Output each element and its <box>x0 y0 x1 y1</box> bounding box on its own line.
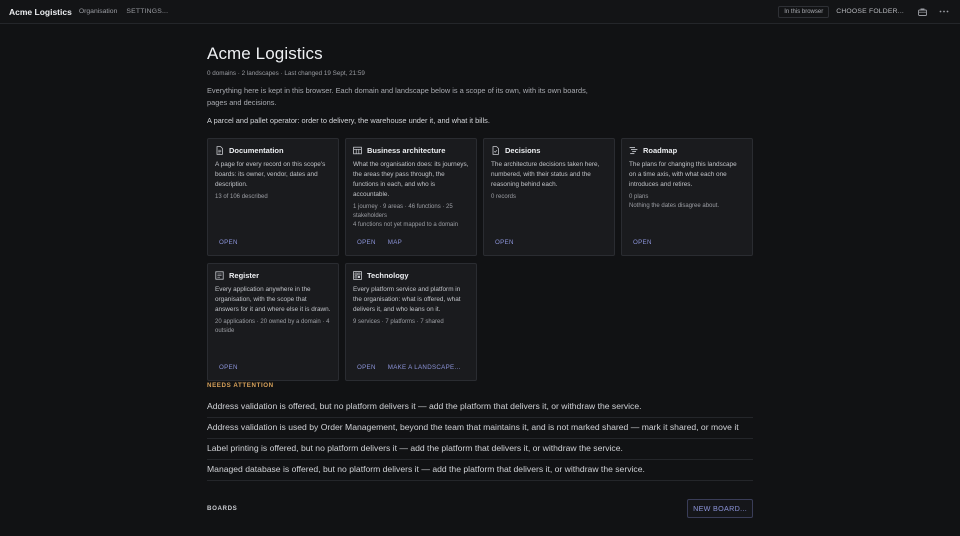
card-stat: 0 plans Nothing the dates disagree about… <box>629 193 745 211</box>
page-intro: Everything here is kept in this browser.… <box>207 86 588 107</box>
card-title: Business architecture <box>367 146 446 155</box>
card-roadmap[interactable]: Roadmap The plans for changing this land… <box>621 138 753 256</box>
card-stat: 20 applications · 20 owned by a domain ·… <box>215 319 330 334</box>
card-description: The architecture decisions taken here, n… <box>491 161 600 188</box>
boards-header: BOARDS NEW BOARD... <box>207 499 753 518</box>
technology-icon <box>353 271 362 280</box>
card-decisions[interactable]: Decisions The architecture decisions tak… <box>483 138 615 256</box>
page-meta: 0 domains · 2 landscapes · Last changed … <box>207 70 365 77</box>
card-register[interactable]: Register Every application anywhere in t… <box>207 263 339 381</box>
card-title: Documentation <box>229 146 284 155</box>
choose-folder-button[interactable]: CHOOSE FOLDER... <box>836 8 904 15</box>
card-stat-line: 1 journey · 9 areas · 46 functions · 25 … <box>353 204 453 219</box>
card-documentation[interactable]: Documentation A page for every record on… <box>207 138 339 256</box>
card-stat: 1 journey · 9 areas · 46 functions · 25 … <box>353 203 469 230</box>
card-title: Decisions <box>505 146 541 155</box>
decision-icon <box>491 146 500 155</box>
open-register-link[interactable]: OPEN <box>219 364 238 371</box>
card-grid: Documentation A page for every record on… <box>207 138 753 382</box>
card-stat: 13 of 106 described <box>215 194 268 200</box>
briefcase-icon[interactable] <box>918 8 927 16</box>
top-bar: Acme Logistics Organisation SETTINGS... … <box>0 0 960 24</box>
card-stat-line: Nothing the dates disagree about. <box>629 203 720 209</box>
attention-item[interactable]: Address validation is offered, but no pl… <box>207 397 753 418</box>
card-business-architecture[interactable]: Business architecture What the organisat… <box>345 138 477 256</box>
boards-heading: BOARDS <box>207 505 238 512</box>
card-title: Roadmap <box>643 146 678 155</box>
card-title: Technology <box>367 271 409 280</box>
new-board-button[interactable]: NEW BOARD... <box>687 499 753 518</box>
attention-item[interactable]: Managed database is offered, but no plat… <box>207 460 753 481</box>
nav-organisation[interactable]: Organisation <box>79 8 118 15</box>
attention-item[interactable]: Label printing is offered, but no platfo… <box>207 439 753 460</box>
make-landscape-link[interactable]: MAKE A LANDSCAPE... <box>388 364 461 371</box>
card-stat-line: 4 functions not yet mapped to a domain <box>353 222 459 228</box>
card-stat: 9 services · 7 platforms · 7 shared <box>353 319 444 325</box>
document-icon <box>215 146 224 155</box>
card-description: What the organisation does: its journeys… <box>353 161 469 198</box>
main-content: Acme Logistics 0 domains · 2 landscapes … <box>207 24 753 518</box>
card-stat-line: 0 plans <box>629 194 649 200</box>
open-decisions-link[interactable]: OPEN <box>495 239 514 246</box>
card-description: Every application anywhere in the organi… <box>215 286 331 313</box>
open-business-architecture-link[interactable]: OPEN <box>357 239 376 246</box>
needs-attention-heading: NEEDS ATTENTION <box>207 382 274 389</box>
card-technology[interactable]: Technology Every platform service and pl… <box>345 263 477 381</box>
open-documentation-link[interactable]: OPEN <box>219 239 238 246</box>
map-link[interactable]: MAP <box>388 239 402 246</box>
card-title: Register <box>229 271 260 280</box>
attention-list: Address validation is offered, but no pl… <box>207 397 753 481</box>
roadmap-icon <box>629 146 638 155</box>
storage-badge: In this browser <box>778 5 830 18</box>
card-stat: 0 records <box>491 194 517 200</box>
page-tagline: A parcel and pallet operator: order to d… <box>207 116 490 125</box>
nav-settings[interactable]: SETTINGS... <box>126 8 168 15</box>
more-icon[interactable] <box>939 10 949 13</box>
open-technology-link[interactable]: OPEN <box>357 364 376 371</box>
card-description: A page for every record on this scope's … <box>215 161 326 188</box>
register-icon <box>215 271 224 280</box>
grid-icon <box>353 146 362 155</box>
card-description: Every platform service and platform in t… <box>353 286 461 313</box>
card-description: The plans for changing this landscape on… <box>629 161 737 188</box>
page-title: Acme Logistics <box>207 44 323 63</box>
attention-item[interactable]: Address validation is used by Order Mana… <box>207 418 753 439</box>
brand-name[interactable]: Acme Logistics <box>9 7 72 17</box>
open-roadmap-link[interactable]: OPEN <box>633 239 652 246</box>
